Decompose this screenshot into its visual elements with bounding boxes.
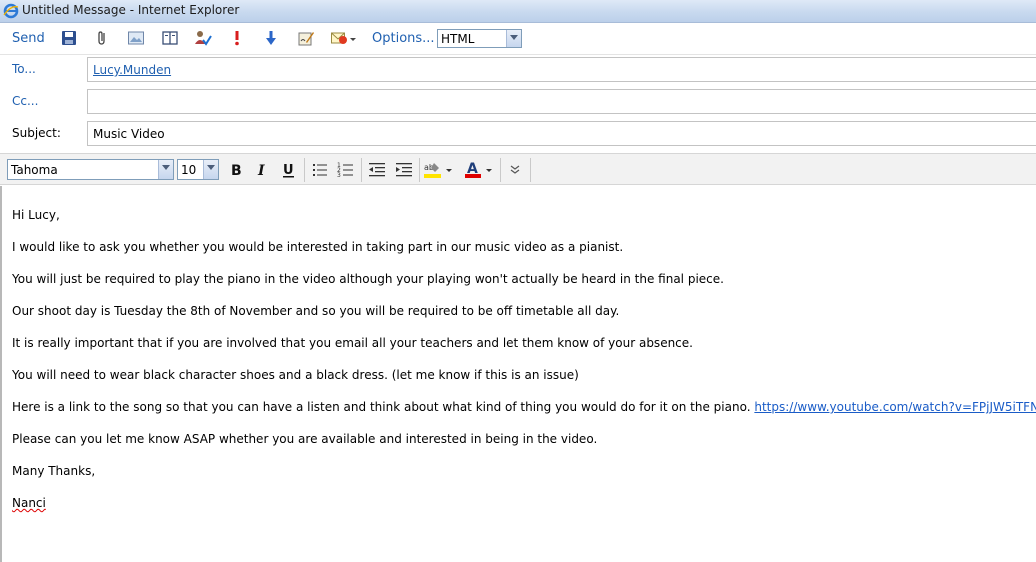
- message-body[interactable]: Hi Lucy, I would like to ask you whether…: [0, 186, 1036, 562]
- youtube-link[interactable]: https://www.youtube.com/watch?v=FPjJW5iT…: [754, 400, 1036, 414]
- toolbar-divider: [304, 158, 305, 182]
- highlight-color-icon[interactable]: ab: [422, 159, 454, 181]
- save-icon[interactable]: [60, 29, 78, 47]
- font-family-value: Tahoma: [11, 163, 58, 177]
- font-color-icon[interactable]: A: [462, 159, 494, 181]
- to-button[interactable]: To...: [12, 62, 36, 76]
- message-toolbar: Send Options... HTML: [0, 23, 1036, 55]
- underline-icon[interactable]: U: [278, 159, 300, 181]
- body-line-with-link: Here is a link to the song so that you c…: [12, 400, 1036, 414]
- font-size-select[interactable]: 10: [177, 159, 219, 180]
- chevron-down-icon[interactable]: [506, 30, 521, 47]
- body-line-signature: Nanci: [12, 496, 46, 510]
- increase-indent-icon[interactable]: [393, 159, 415, 181]
- font-size-value: 10: [181, 163, 197, 177]
- internet-explorer-icon: [3, 3, 19, 19]
- formatting-toolbar: Tahoma 10 B I U 1 2 3 ab A: [0, 153, 1036, 185]
- bold-icon[interactable]: B: [225, 159, 247, 181]
- svg-text:3: 3: [337, 172, 341, 179]
- send-button[interactable]: Send: [12, 31, 45, 46]
- body-line-text: Here is a link to the song so that you c…: [12, 400, 751, 414]
- insert-picture-icon[interactable]: [127, 29, 145, 47]
- signature-name: Nanci: [12, 496, 46, 510]
- body-line: You will just be required to play the pi…: [12, 272, 724, 286]
- chevron-down-icon[interactable]: [348, 29, 358, 47]
- toolbar-divider: [500, 158, 501, 182]
- high-importance-icon[interactable]: [228, 29, 246, 47]
- body-line: Our shoot day is Tuesday the 8th of Nove…: [12, 304, 620, 318]
- window-title-bar: Untitled Message - Internet Explorer: [0, 0, 1036, 23]
- low-importance-icon[interactable]: [262, 29, 280, 47]
- cc-button[interactable]: Cc...: [12, 94, 38, 108]
- font-family-select[interactable]: Tahoma: [7, 159, 174, 180]
- body-line-greeting: Hi Lucy,: [12, 208, 60, 222]
- svg-text:B: B: [231, 163, 242, 179]
- body-line-signoff: Many Thanks,: [12, 464, 96, 478]
- svg-text:I: I: [257, 163, 265, 179]
- body-line: Please can you let me know ASAP whether …: [12, 432, 598, 446]
- toolbar-divider: [419, 158, 420, 182]
- bullet-list-icon[interactable]: [309, 159, 331, 181]
- body-line: I would like to ask you whether you woul…: [12, 240, 624, 254]
- more-formatting-icon[interactable]: [505, 159, 527, 181]
- toolbar-divider: [530, 158, 531, 182]
- chevron-down-icon[interactable]: [203, 160, 218, 179]
- subject-value: Music Video: [93, 127, 165, 141]
- toolbar-divider: [361, 158, 362, 182]
- recipient-name[interactable]: Lucy.Munden: [93, 63, 171, 77]
- signature-icon[interactable]: [297, 29, 315, 47]
- body-line: You will need to wear black character sh…: [12, 368, 579, 382]
- message-format-value: HTML: [441, 32, 475, 46]
- address-book-icon[interactable]: [161, 29, 179, 47]
- numbered-list-icon[interactable]: 1 2 3: [335, 159, 357, 181]
- decrease-indent-icon[interactable]: [366, 159, 388, 181]
- body-line: It is really important that if you are i…: [12, 336, 693, 350]
- check-names-icon[interactable]: [194, 29, 212, 47]
- options-button[interactable]: Options...: [372, 31, 435, 46]
- message-format-select[interactable]: HTML: [437, 29, 522, 48]
- message-flag-icon[interactable]: [330, 29, 348, 47]
- subject-field[interactable]: Music Video: [87, 121, 1036, 146]
- chevron-down-icon[interactable]: [158, 160, 173, 179]
- cc-field[interactable]: [87, 89, 1036, 114]
- subject-label: Subject:: [12, 126, 61, 140]
- window-title: Untitled Message - Internet Explorer: [22, 3, 240, 17]
- to-field[interactable]: Lucy.Munden: [87, 57, 1036, 82]
- attach-icon[interactable]: [93, 29, 111, 47]
- svg-text:U: U: [283, 163, 294, 178]
- italic-icon[interactable]: I: [251, 159, 273, 181]
